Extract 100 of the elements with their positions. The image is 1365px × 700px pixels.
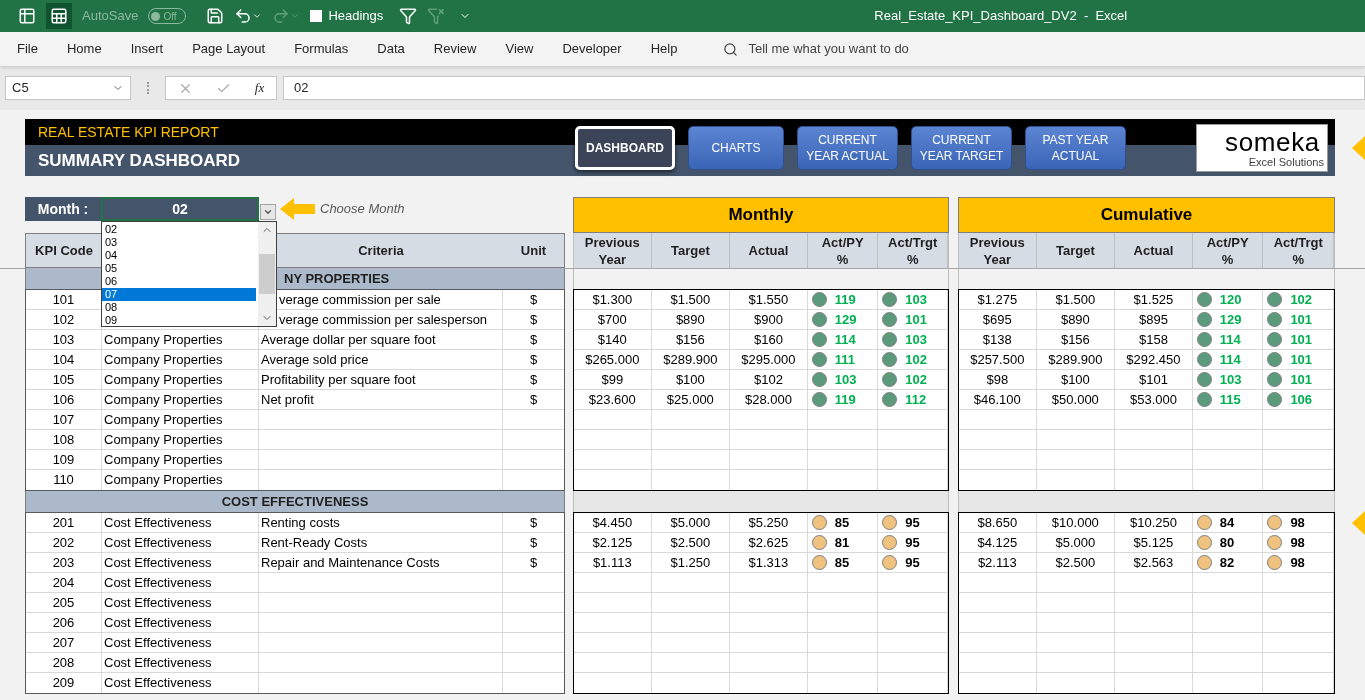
table-cell-text: Company Properties [104, 370, 223, 389]
column-header: Target [1056, 242, 1095, 259]
formula-field[interactable]: 02 [283, 76, 1365, 100]
table-cell-text: 95 [905, 513, 920, 532]
scrollbar[interactable] [258, 222, 276, 326]
table-cell-text: $1.500 [670, 290, 711, 309]
table-cell-text: $102 [753, 370, 783, 389]
dropdown-option[interactable]: 02 [102, 223, 256, 236]
table-cell-text: $ [529, 290, 538, 309]
insert-function-button[interactable]: fx [254, 78, 265, 98]
table-cell-text: 129 [834, 310, 857, 329]
dashboard-title: SUMMARY DASHBOARD [37, 149, 242, 172]
table-cell-text: $ [529, 553, 538, 572]
table-cell-text: 103 [1219, 370, 1242, 389]
column-header: Previous Year [969, 233, 1025, 268]
menu-tab[interactable]: Data [377, 39, 405, 59]
table-cell-text: 103 [905, 290, 928, 309]
dropdown-option[interactable]: 09 [102, 314, 256, 327]
dropdown-option[interactable]: 07 [102, 288, 256, 301]
caret-icon[interactable] [290, 11, 301, 21]
table-cell-text: $98 [986, 370, 1009, 389]
tell-me-field[interactable]: Tell me what you want to do [748, 39, 909, 59]
table-cell-text: 85 [834, 553, 850, 572]
table-title: Monthly [573, 197, 949, 233]
column-header: Act/PY % [1206, 233, 1249, 268]
table-cell-text: Cost Effectiveness [104, 513, 212, 532]
arrow-icon [1352, 136, 1365, 160]
column-header: Criteria [358, 241, 404, 260]
search-icon[interactable] [723, 41, 739, 57]
nav-button[interactable]: CHARTS [688, 125, 784, 170]
menu-tab[interactable]: Help [650, 39, 678, 59]
headings-checkbox[interactable] [310, 10, 323, 22]
column-header: KPI Code [35, 241, 93, 260]
table-cell-text: 102 [905, 350, 928, 369]
menu-tab[interactable]: View [505, 39, 534, 59]
table-cell-text: $100 [1060, 370, 1090, 389]
nav-button[interactable]: CURRENT YEAR ACTUAL [797, 125, 898, 170]
table-cell-text: 102 [52, 310, 75, 329]
table-cell-text: $53.000 [1129, 390, 1177, 409]
dropdown-option[interactable]: 04 [102, 249, 256, 262]
clear-filter-icon[interactable] [427, 7, 446, 25]
table-cell-text: 114 [1219, 350, 1241, 369]
save-icon[interactable] [206, 7, 225, 25]
table-cell-text: 112 [905, 390, 927, 409]
sheet-icon[interactable] [50, 7, 68, 25]
table-cell-text: 119 [834, 390, 856, 409]
table-cell-text: 204 [52, 573, 75, 592]
caret-icon[interactable] [252, 11, 263, 21]
table-cell-text: 101 [1290, 310, 1313, 329]
filter-icon[interactable] [399, 7, 418, 25]
dropdown-option[interactable]: 06 [102, 275, 256, 288]
table-cell-text: 209 [52, 674, 75, 693]
table-cell-text: Company Properties [104, 430, 223, 449]
table-cell-text: $1.250 [670, 553, 711, 572]
table-cell-text: Company Properties [104, 471, 223, 490]
menu-tab[interactable]: Developer [562, 39, 622, 59]
dropdown-option[interactable]: 03 [102, 236, 256, 249]
drag-handle-icon[interactable] [147, 82, 149, 94]
redo-icon[interactable] [272, 7, 291, 25]
table-cell-text: $156 [675, 330, 705, 349]
table-cell-text: 105 [52, 370, 75, 389]
table-title: Cumulative [958, 197, 1335, 233]
nav-button[interactable]: CURRENT YEAR TARGET [911, 125, 1012, 170]
menu-tab[interactable]: Home [66, 39, 102, 59]
table-cell-text: $2.125 [592, 533, 633, 552]
table-cell-text: 115 [1219, 390, 1241, 409]
column-header: Target [671, 242, 710, 259]
column-header: Actual [1133, 242, 1174, 259]
table-cell-text: $2.625 [748, 533, 789, 552]
name-box[interactable]: C5 [5, 76, 131, 100]
dropdown-option[interactable]: 08 [102, 301, 256, 314]
table-cell-text: 129 [1219, 310, 1242, 329]
column-header: Actual [748, 242, 789, 259]
table-cell-text: Company Properties [104, 390, 223, 409]
nav-button[interactable]: PAST YEAR ACTUAL [1025, 125, 1126, 170]
nav-button[interactable]: DASHBOARD [575, 125, 675, 170]
month-select[interactable]: 02 [101, 197, 259, 221]
menu-tab[interactable]: File [17, 39, 38, 59]
table-cell-text: 95 [905, 553, 920, 572]
table-cell-text: verage commission per sale [279, 290, 441, 309]
dropdown-button[interactable] [260, 204, 276, 220]
column-header: Act/Trgt % [1273, 233, 1323, 268]
menu-tab[interactable]: Formulas [294, 39, 349, 59]
table-cell-text: 109 [52, 450, 75, 469]
table-cell-text: $890 [1060, 310, 1090, 329]
table-cell-text: $695 [982, 310, 1012, 329]
caret-icon [263, 207, 273, 217]
undo-icon[interactable] [234, 7, 253, 25]
table-cell-text: Cost Effectiveness [104, 613, 212, 632]
column-header: Act/Trgt % [888, 233, 938, 268]
menu-tab[interactable]: Insert [130, 39, 164, 59]
table-cell-text: 98 [1290, 513, 1305, 532]
menu-tab[interactable]: Page Layout [192, 39, 266, 59]
autosave-label: AutoSave [82, 7, 139, 26]
scroll-thumb[interactable] [259, 254, 275, 294]
table-cell-text: Repair and Maintenance Costs [261, 553, 440, 572]
sheet-icon[interactable] [18, 7, 36, 25]
table-cell-text: Cost Effectiveness [104, 573, 212, 592]
menu-tab[interactable]: Review [433, 39, 477, 59]
table-cell-text: 101 [52, 290, 75, 309]
